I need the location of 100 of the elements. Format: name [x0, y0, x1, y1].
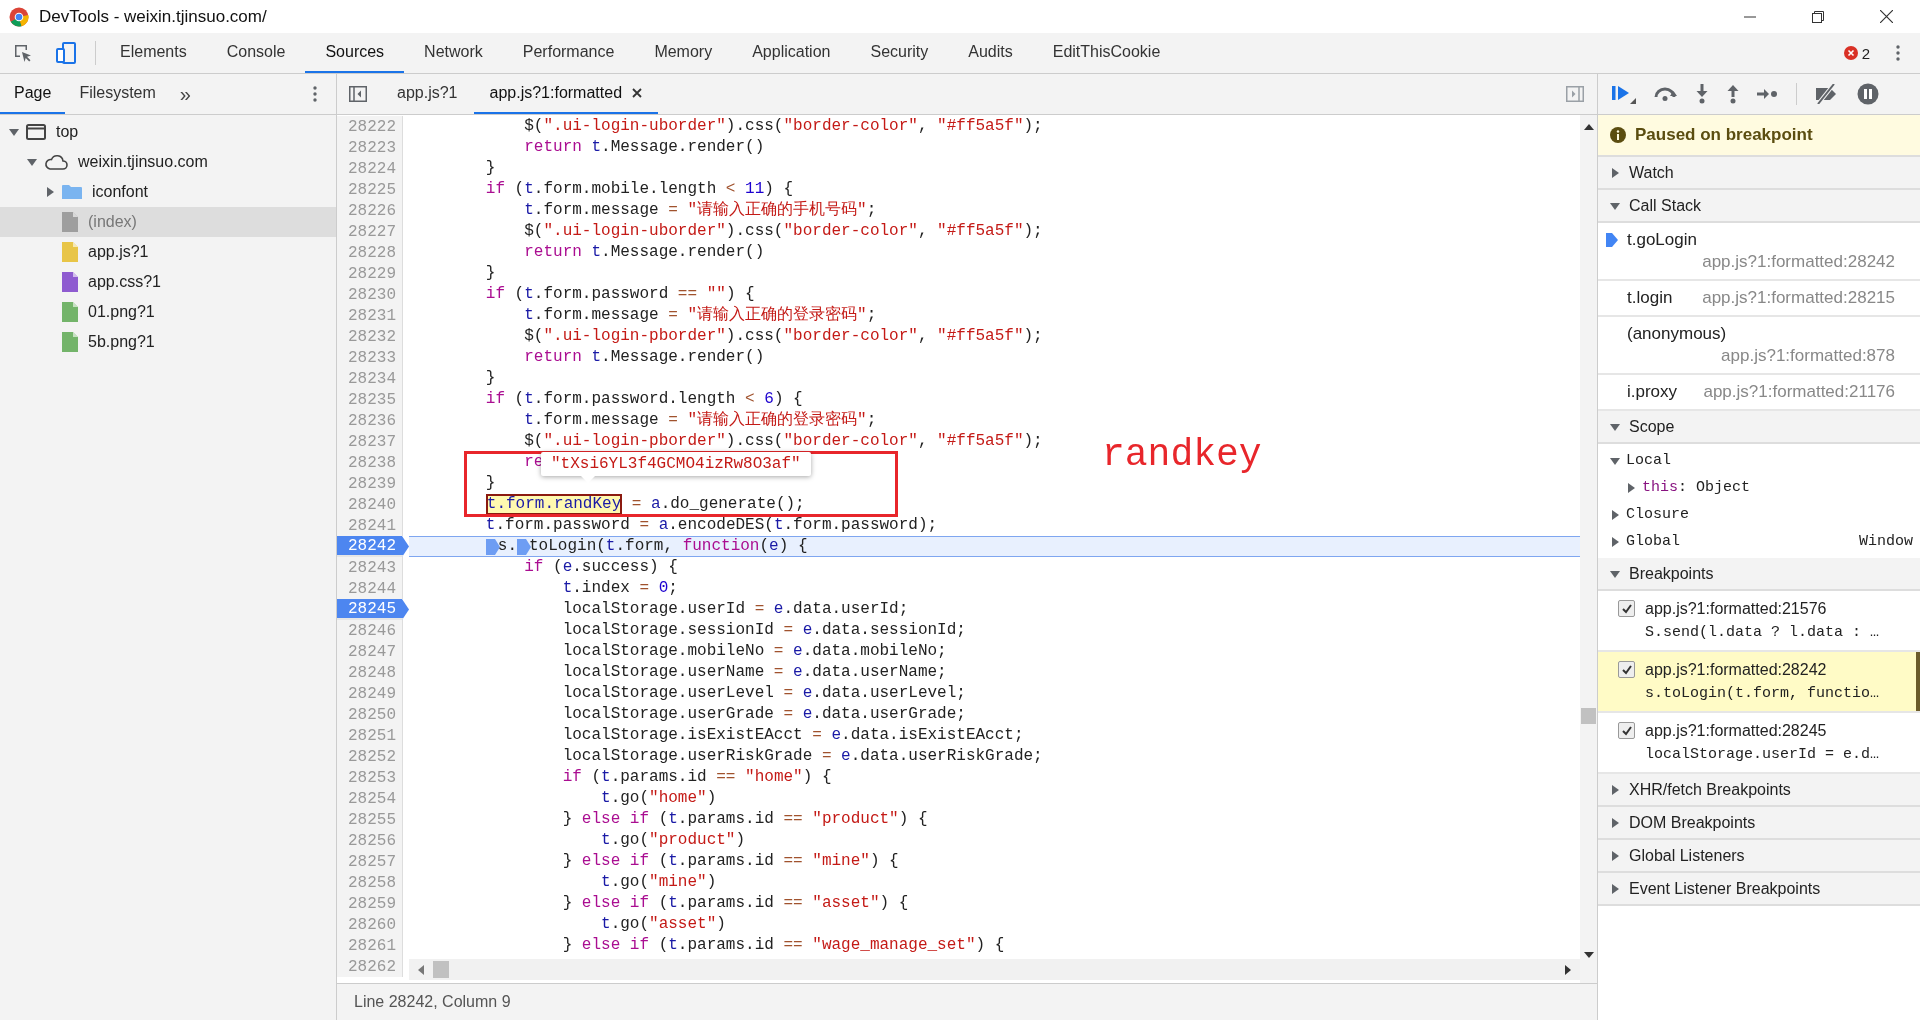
line-number: 28259 — [337, 893, 403, 914]
step-out-icon[interactable] — [1726, 84, 1740, 104]
scope-section-header[interactable]: Scope — [1598, 411, 1920, 444]
tree-item[interactable]: top — [0, 117, 336, 147]
breakpoint-location: app.js?1:formatted:28242 — [1645, 660, 1828, 680]
breakpoint-code: localStorage.userId = e.d… — [1645, 745, 1880, 765]
call-frame[interactable]: t.login app.js?1:formatted:28215 — [1598, 281, 1920, 317]
tree-item[interactable]: app.js?1 — [0, 237, 336, 267]
breakpoint-line-number[interactable]: 28242 — [337, 536, 409, 557]
collapsed-triangle-icon[interactable] — [1626, 482, 1636, 493]
line-number: 28248 — [337, 662, 403, 683]
pause-on-exceptions-icon[interactable] — [1857, 83, 1879, 105]
line-number: 28247 — [337, 641, 403, 662]
code-text: t.go("asset") — [601, 914, 726, 935]
scroll-down-icon[interactable] — [1583, 951, 1594, 959]
line-number: 28233 — [337, 347, 403, 368]
code-text: if (t.params.id == "home") { — [562, 767, 832, 788]
global-listeners-section-header[interactable]: Global Listeners — [1598, 840, 1920, 873]
step-icon[interactable] — [1757, 88, 1779, 100]
editor-tab[interactable]: app.js?1:formatted — [473, 74, 659, 114]
call-frame[interactable]: t.goLogin app.js?1:formatted:28242 — [1598, 223, 1920, 281]
scrollbar-thumb[interactable] — [433, 961, 449, 978]
panel-tab[interactable]: Memory — [634, 33, 733, 73]
line-number: 28236 — [337, 410, 403, 431]
resume-icon[interactable] — [1611, 83, 1637, 105]
expanded-triangle-icon[interactable] — [1610, 455, 1620, 466]
checkbox[interactable] — [1618, 661, 1635, 678]
execution-marker-icon[interactable] — [485, 538, 500, 555]
frame-location[interactable]: app.js?1:formatted:28242 — [1702, 251, 1895, 273]
step-over-icon[interactable] — [1654, 86, 1678, 102]
code-text: if (t.form.password.length < 6) { — [485, 389, 803, 410]
tree-item[interactable]: iconfont — [0, 177, 336, 207]
hit-breakpoint[interactable]: app.js?1:formatted:28242 s.toLogin(t.form, functio… — [1598, 652, 1920, 713]
device-toolbar-icon[interactable] — [55, 42, 77, 64]
panel-tab[interactable]: Network — [404, 33, 503, 73]
collapsed-triangle-icon[interactable] — [1610, 536, 1620, 547]
collapsed-triangle-icon[interactable] — [45, 187, 55, 197]
close-icon[interactable] — [632, 88, 643, 98]
xhr-breakpoints-section-header[interactable]: XHR/fetch Breakpoints — [1598, 774, 1920, 807]
line-number: 28251 — [337, 725, 403, 746]
vertical-scrollbar[interactable] — [1580, 115, 1597, 983]
panel-tab[interactable]: Application — [732, 33, 851, 73]
watch-section-header[interactable]: Watch — [1598, 157, 1920, 190]
panel-tab[interactable]: EditThisCookie — [1032, 33, 1181, 73]
call-frame[interactable]: (anonymous) app.js?1:formatted:878 — [1598, 317, 1920, 375]
event-listener-breakpoints-section-header[interactable]: Event Listener Breakpoints — [1598, 873, 1920, 906]
toggle-debugger-icon[interactable] — [1566, 86, 1584, 102]
frame-name: t.login — [1627, 287, 1673, 309]
code-text: t.form.message = "请输入正确的登录密码"; — [524, 305, 877, 326]
line-number: 28223 — [337, 137, 403, 158]
more-tabs-button[interactable]: » — [169, 82, 201, 106]
hovered-expression: t.form.randKey — [485, 494, 623, 515]
panel-tab[interactable]: Elements — [100, 33, 207, 73]
execution-marker-icon[interactable] — [517, 538, 531, 555]
line-number: 28246 — [337, 620, 403, 641]
tree-item[interactable]: weixin.tjinsuo.com — [0, 147, 336, 177]
tree-item[interactable]: app.css?1 — [0, 267, 336, 297]
breakpoint-line-number[interactable]: 28245 — [337, 599, 409, 620]
horizontal-scrollbar[interactable] — [409, 959, 1580, 980]
checkbox[interactable] — [1618, 600, 1635, 617]
frame-location[interactable]: app.js?1:formatted:21176 — [1703, 381, 1895, 403]
line-number: 28224 — [337, 158, 403, 179]
inspect-element-icon[interactable] — [13, 43, 33, 63]
dom-breakpoints-section-header[interactable]: DOM Breakpoints — [1598, 807, 1920, 840]
cursor-position: Line 28242, Column 9 — [354, 993, 511, 1011]
step-into-icon[interactable] — [1695, 84, 1709, 104]
error-counter[interactable]: 2 — [1843, 44, 1870, 62]
more-options-icon[interactable] — [313, 86, 317, 102]
file-icon — [62, 302, 78, 322]
scroll-left-icon[interactable] — [417, 964, 425, 975]
panel-tab[interactable]: Security — [850, 33, 949, 73]
toggle-navigator-icon[interactable] — [349, 86, 367, 102]
line-number: 28239 — [337, 473, 403, 494]
line-number: 28255 — [337, 809, 403, 830]
scrollbar-thumb[interactable] — [1581, 708, 1596, 724]
navigator-tab[interactable]: Filesystem — [65, 74, 170, 114]
more-options-icon[interactable] — [1896, 45, 1900, 61]
frame-location[interactable]: app.js?1:formatted:28215 — [1702, 287, 1895, 309]
call-stack-section-header[interactable]: Call Stack — [1598, 190, 1920, 223]
panel-tab[interactable]: Console — [206, 33, 306, 73]
tree-item[interactable]: 5b.png?1 — [0, 327, 336, 357]
code-text: = a.do_generate(); — [630, 494, 805, 515]
code-text: localStorage.mobileNo = e.data.mobileNo; — [562, 641, 947, 662]
checkbox[interactable] — [1618, 722, 1635, 739]
code-text: $(".ui-login-pborder").css("border-color", "#ff5a5f"); — [524, 326, 1043, 347]
editor-tab[interactable]: app.js?1 — [381, 74, 474, 114]
frame-location[interactable]: app.js?1:formatted:878 — [1721, 345, 1895, 367]
expanded-triangle-icon[interactable] — [27, 157, 37, 167]
navigator-tab[interactable]: Page — [0, 74, 66, 114]
scroll-up-icon[interactable] — [1583, 123, 1594, 131]
tree-item[interactable]: 01.png?1 — [0, 297, 336, 327]
collapsed-triangle-icon[interactable] — [1610, 509, 1620, 520]
file-icon — [62, 272, 78, 292]
scroll-right-icon[interactable] — [1564, 964, 1572, 975]
breakpoints-section-header[interactable]: Breakpoints — [1598, 558, 1920, 591]
panel-tab[interactable]: Performance — [502, 33, 635, 73]
line-number: 28238 — [337, 452, 403, 473]
expanded-triangle-icon[interactable] — [9, 127, 19, 137]
breakpoint-location: app.js?1:formatted:28245 — [1645, 721, 1828, 741]
panel-tab[interactable]: Audits — [948, 33, 1033, 73]
